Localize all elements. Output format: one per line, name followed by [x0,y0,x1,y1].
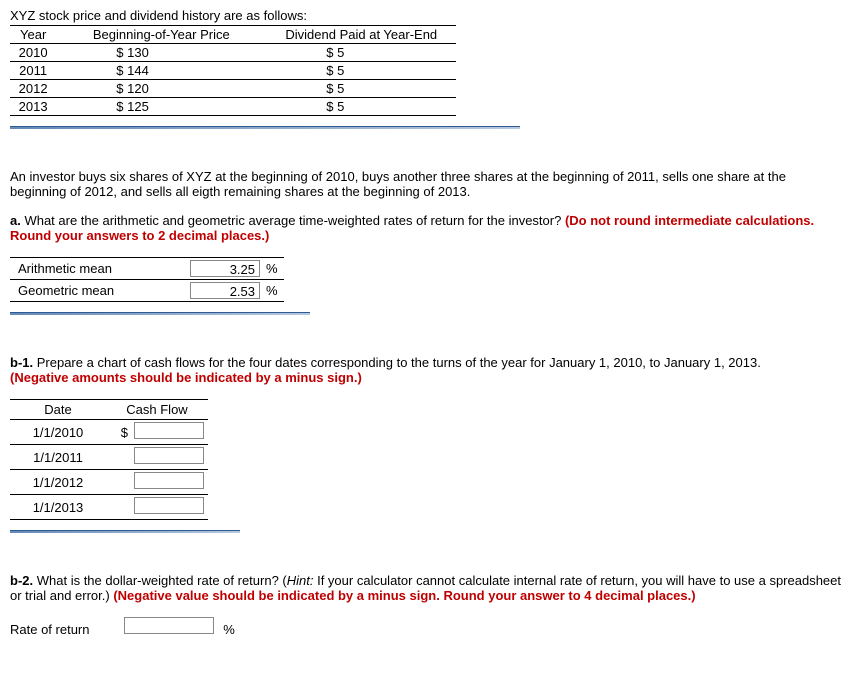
cell-dividend: $ 5 [266,62,456,80]
cell-price: $ 125 [56,98,266,116]
arithmetic-row: Arithmetic mean 3.25 % [10,258,284,280]
rate-of-return-label: Rate of return [10,622,120,637]
question-b2-prefix: b-2. [10,573,33,588]
cell-price: $ 130 [56,44,266,62]
unit-percent: % [223,622,235,637]
cell-year: 2011 [10,62,56,80]
cashflow-input[interactable] [134,472,204,489]
col-cashflow: Cash Flow [106,400,208,420]
col-price: Beginning-of-Year Price [56,26,266,44]
cell-price: $ 144 [56,62,266,80]
geometric-row: Geometric mean 2.53 % [10,280,284,302]
col-year: Year [10,26,56,44]
question-b2: b-2. What is the dollar-weighted rate of… [10,573,841,603]
question-a-prefix: a. [10,213,21,228]
question-a: a. What are the arithmetic and geometric… [10,213,841,243]
price-history-table: Year Beginning-of-Year Price Dividend Pa… [10,25,456,116]
table-row: 1/1/2010 $ [10,420,208,445]
arithmetic-label: Arithmetic mean [10,258,186,280]
cell-year: 2010 [10,44,56,62]
hint-prefix: Hint: [287,573,314,588]
cashflow-input[interactable] [134,447,204,464]
intro-text: XYZ stock price and dividend history are… [10,8,841,23]
cashflow-table: Date Cash Flow 1/1/2010 $ 1/1/2011 1/1/2… [10,399,208,520]
question-b1-prefix: b-1. [10,355,33,370]
col-dividend: Dividend Paid at Year-End [266,26,456,44]
cell-dividend: $ 5 [266,80,456,98]
table-row: 1/1/2013 [10,495,208,520]
cell-price: $ 120 [56,80,266,98]
divider [10,312,310,315]
cell-date: 1/1/2012 [10,470,106,495]
col-date: Date [10,400,106,420]
cell-year: 2012 [10,80,56,98]
divider [10,126,520,129]
table-row: 1/1/2012 [10,470,208,495]
table-row: 2012 $ 120 $ 5 [10,80,456,98]
geometric-input[interactable]: 2.53 [190,282,260,299]
question-b2-red: (Negative value should be indicated by a… [113,588,695,603]
question-b1-hint: (Negative amounts should be indicated by… [10,370,362,385]
rate-of-return-row: Rate of return % [10,617,841,637]
question-b1: b-1. Prepare a chart of cash flows for t… [10,355,841,385]
arithmetic-input[interactable]: 3.25 [190,260,260,277]
cell-dividend: $ 5 [266,44,456,62]
table-row: 1/1/2011 [10,445,208,470]
currency-symbol: $ [106,420,130,445]
unit-percent: % [264,258,284,280]
scenario-text: An investor buys six shares of XYZ at th… [10,169,841,199]
cell-date: 1/1/2010 [10,420,106,445]
cell-year: 2013 [10,98,56,116]
cell-date: 1/1/2013 [10,495,106,520]
cashflow-input[interactable] [134,422,204,439]
table-row: 2013 $ 125 $ 5 [10,98,456,116]
divider [10,530,240,533]
cashflow-input[interactable] [134,497,204,514]
question-b2-text-a: What is the dollar-weighted rate of retu… [33,573,287,588]
table-row: 2011 $ 144 $ 5 [10,62,456,80]
question-b1-text: Prepare a chart of cash flows for the fo… [33,355,761,370]
unit-percent: % [264,280,284,302]
geometric-label: Geometric mean [10,280,186,302]
cell-date: 1/1/2011 [10,445,106,470]
means-table: Arithmetic mean 3.25 % Geometric mean 2.… [10,257,284,302]
cell-dividend: $ 5 [266,98,456,116]
rate-of-return-input[interactable] [124,617,214,634]
table-row: 2010 $ 130 $ 5 [10,44,456,62]
question-a-text: What are the arithmetic and geometric av… [21,213,565,228]
